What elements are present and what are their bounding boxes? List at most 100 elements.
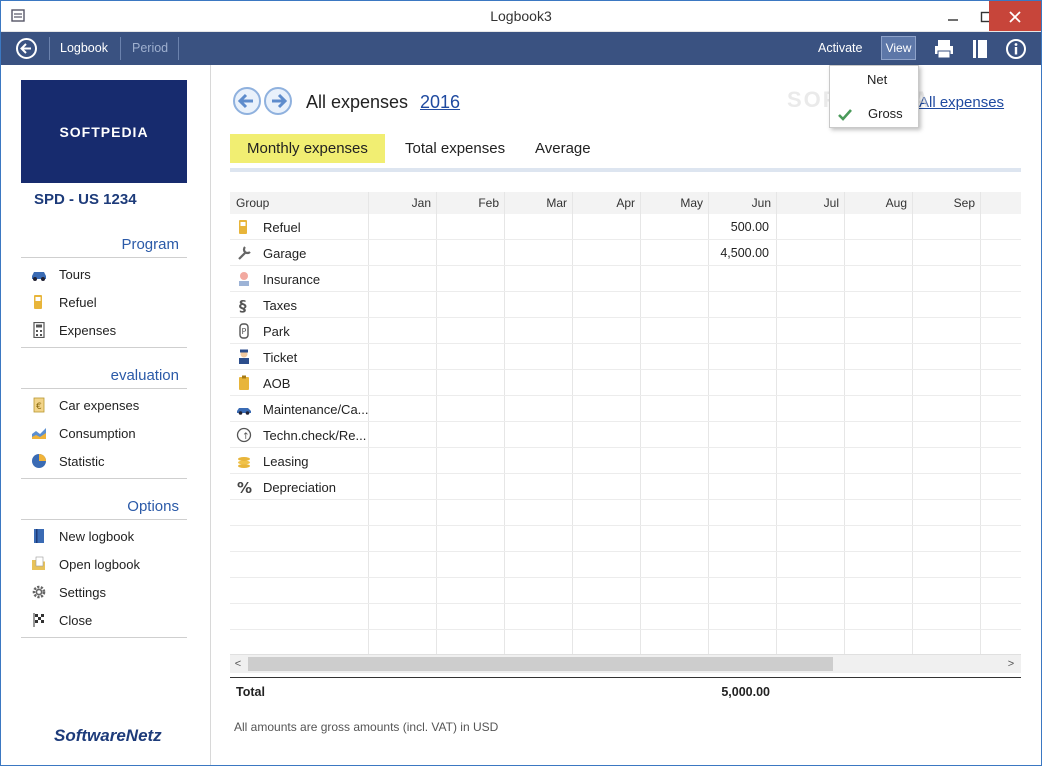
toolbar-period[interactable]: Period — [132, 41, 168, 55]
sidebar-item-new-logbook[interactable]: New logbook — [30, 525, 134, 547]
total-divider — [230, 677, 1021, 678]
info-icon[interactable] — [1005, 38, 1027, 60]
fuel-pump-icon — [239, 220, 247, 234]
row-label: Maintenance/Ca... — [263, 402, 369, 417]
column-header-jan[interactable]: Jan — [369, 196, 431, 210]
expense-filter-link[interactable]: All expenses — [919, 94, 1004, 111]
sidebar-item-consumption[interactable]: Consumption — [30, 422, 136, 444]
table-row[interactable]: % Depreciation — [230, 474, 1021, 500]
sidebar-item-label: New logbook — [59, 528, 135, 544]
sidebar-item-close[interactable]: Close — [30, 609, 92, 631]
arrow-left-icon — [20, 43, 31, 54]
sidebar-item-label: Refuel — [59, 294, 97, 310]
sidebar-item-expenses[interactable]: Expenses — [30, 319, 116, 341]
menu-item-label: Net — [867, 72, 888, 87]
checkered-flag-icon — [33, 613, 44, 627]
column-header-jul[interactable]: Jul — [777, 196, 839, 210]
year-link[interactable]: 2016 — [420, 92, 460, 113]
menu-item-gross[interactable]: Gross — [830, 102, 918, 126]
close-window-button[interactable] — [989, 1, 1041, 31]
minimize-icon — [948, 19, 958, 21]
section-title-program: Program — [121, 236, 179, 253]
scroll-right-arrow[interactable]: > — [1003, 656, 1019, 672]
car-icon — [237, 408, 251, 415]
table-row[interactable]: § Taxes — [230, 292, 1021, 318]
next-year-button[interactable] — [264, 87, 292, 115]
previous-year-button[interactable] — [233, 87, 261, 115]
table-row[interactable]: Insurance — [230, 266, 1021, 292]
menu-item-label: Gross — [868, 106, 903, 121]
column-header-jun[interactable]: Jun — [709, 196, 771, 210]
sidebar-item-statistic[interactable]: Statistic — [30, 450, 105, 472]
sidebar-item-refuel[interactable]: Refuel — [30, 291, 97, 313]
menu-item-net[interactable]: Net — [830, 68, 918, 92]
expenses-grid[interactable]: Group Jan Feb Mar Apr May Jun Jul Aug Se… — [230, 192, 1021, 655]
sidebar-item-label: Statistic — [59, 453, 105, 469]
pie-chart-icon — [32, 454, 46, 468]
row-label: Insurance — [263, 272, 321, 287]
sidebar-item-tours[interactable]: Tours — [30, 263, 91, 285]
tab-total-expenses[interactable]: Total expenses — [388, 134, 522, 163]
logo: SOFTPEDIA — [21, 80, 187, 183]
scroll-left-arrow[interactable]: < — [230, 656, 246, 672]
table-row[interactable]: Maintenance/Ca... — [230, 396, 1021, 422]
cell-jun[interactable]: 500.00 — [709, 220, 769, 234]
area-chart-icon — [32, 428, 46, 439]
section-divider — [21, 637, 187, 638]
coins-icon — [238, 457, 250, 468]
toolbar-activate[interactable]: Activate — [818, 41, 862, 55]
table-row — [230, 552, 1021, 578]
column-header-may[interactable]: May — [641, 196, 703, 210]
police-icon — [239, 349, 249, 364]
cell-jun[interactable]: 4,500.00 — [709, 246, 769, 260]
total-label: Total — [236, 685, 265, 699]
section-title-options: Options — [127, 498, 179, 515]
section-divider — [21, 347, 187, 348]
table-row[interactable]: Refuel 500.00 — [230, 214, 1021, 240]
column-header-apr[interactable]: Apr — [573, 196, 635, 210]
book-icon[interactable] — [969, 38, 991, 60]
column-header-group[interactable]: Group — [236, 196, 269, 210]
tab-average[interactable]: Average — [518, 134, 608, 163]
column-header-feb[interactable]: Feb — [437, 196, 499, 210]
total-value-jun: 5,000.00 — [721, 685, 770, 699]
sidebar-item-label: Expenses — [59, 322, 117, 338]
table-row[interactable]: Ticket — [230, 344, 1021, 370]
sidebar-item-open-logbook[interactable]: Open logbook — [30, 553, 140, 575]
sidebar-item-label: Consumption — [59, 425, 136, 441]
back-button[interactable] — [16, 38, 37, 59]
sidebar-item-label: Car expenses — [59, 397, 140, 413]
svg-text:§: § — [239, 297, 247, 313]
row-label: Taxes — [263, 298, 297, 313]
column-header-mar[interactable]: Mar — [505, 196, 567, 210]
table-row[interactable]: Leasing — [230, 448, 1021, 474]
table-row[interactable]: ↑ Techn.check/Re... — [230, 422, 1021, 448]
toolbar-logbook[interactable]: Logbook — [60, 41, 108, 55]
sidebar-item-settings[interactable]: Settings — [30, 581, 106, 603]
table-row[interactable]: P Park — [230, 318, 1021, 344]
printer-icon[interactable] — [933, 38, 955, 60]
horizontal-scrollbar[interactable]: < > — [230, 655, 1021, 673]
app-window: Logbook3 Logbook Period Activate View SO… — [0, 0, 1042, 766]
sidebar-item-car-expenses[interactable]: € Car expenses — [30, 394, 139, 416]
row-label: Park — [263, 324, 290, 339]
svg-text:↑: ↑ — [242, 432, 250, 442]
column-header-aug[interactable]: Aug — [845, 196, 907, 210]
toolbar-view-button[interactable]: View — [881, 36, 916, 60]
table-row[interactable]: AOB — [230, 370, 1021, 396]
table-row[interactable]: Garage 4,500.00 — [230, 240, 1021, 266]
tab-monthly-expenses[interactable]: Monthly expenses — [230, 134, 385, 163]
sidebar-item-label: Close — [59, 612, 93, 628]
table-row — [230, 500, 1021, 526]
amounts-note: All amounts are gross amounts (incl. VAT… — [234, 720, 499, 734]
scroll-thumb[interactable] — [248, 657, 833, 671]
row-label: Refuel — [263, 220, 301, 235]
window-title: Logbook3 — [490, 8, 552, 24]
table-row — [230, 578, 1021, 604]
column-header-sep[interactable]: Sep — [913, 196, 975, 210]
toolbar-separator — [49, 37, 50, 60]
car-id[interactable]: SPD - US 1234 — [34, 191, 137, 208]
section-divider — [21, 257, 187, 258]
taxes-icon: § — [239, 297, 247, 313]
table-row — [230, 526, 1021, 552]
